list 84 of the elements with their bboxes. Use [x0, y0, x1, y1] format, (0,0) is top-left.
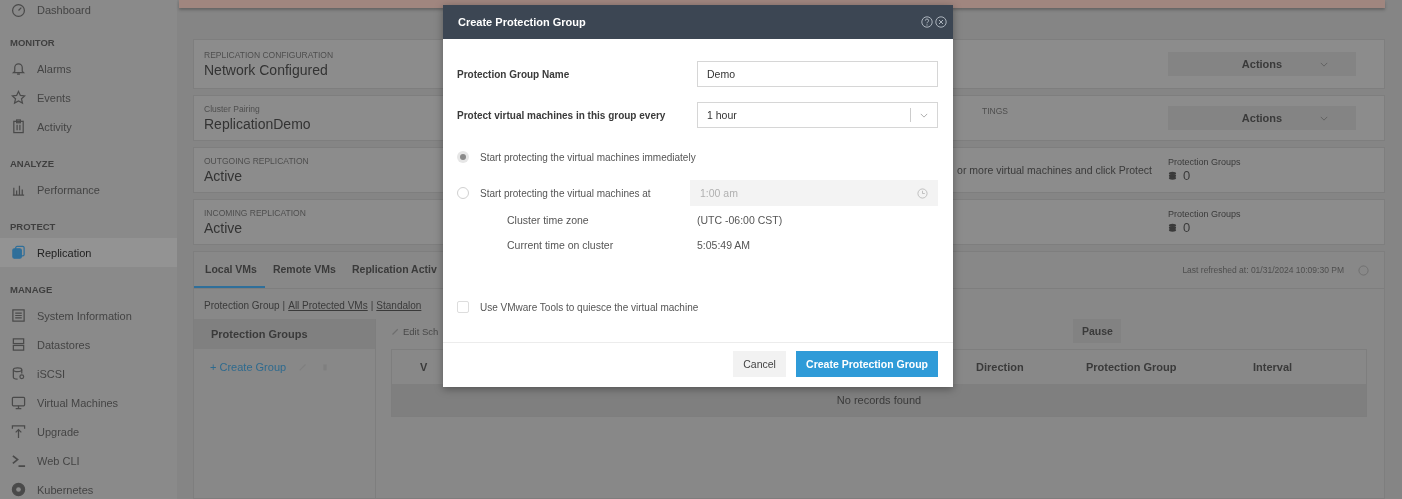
stack-icon — [1168, 171, 1177, 180]
sidebar-item[interactable]: Performance — [0, 175, 177, 204]
groups-header: Protection Groups — [194, 319, 375, 349]
pencil-icon — [391, 326, 400, 336]
sidebar-item[interactable]: Datastores — [0, 330, 177, 359]
filter-link[interactable]: All Protected VMs — [288, 299, 368, 311]
upload-icon — [11, 424, 26, 439]
info-label: Cluster time zone — [507, 213, 590, 226]
sidebar-item[interactable]: Activity — [0, 112, 177, 141]
sidebar-item[interactable]: Replication — [0, 238, 177, 267]
storage-icon — [11, 337, 26, 352]
database-icon — [11, 366, 26, 381]
filter-label: Protection Group — [204, 299, 280, 311]
stat-value: 0 — [1183, 220, 1191, 235]
clock-icon — [917, 187, 928, 199]
interval-dropdown[interactable]: 1 hour — [697, 102, 938, 128]
card-caption: OUTGOING REPLICATION — [204, 156, 309, 166]
radio-button[interactable] — [457, 151, 469, 163]
option-label: Start protecting the virtual machines at — [480, 187, 651, 199]
card-value: ReplicationDemo — [204, 116, 311, 132]
terminal-icon — [11, 453, 26, 468]
checkbox[interactable] — [457, 301, 469, 313]
stack-icon — [1168, 223, 1177, 232]
chevron-down-icon — [920, 112, 928, 118]
gauge-icon — [11, 2, 26, 18]
dialog-title: Create Protection Group — [458, 16, 587, 28]
sidebar-item[interactable]: System Information — [0, 301, 177, 330]
info-label: Current time on cluster — [507, 238, 615, 251]
card-caption: REPLICATION CONFIGURATION — [204, 50, 334, 60]
card-text: or more virtual machines and click Protect — [957, 164, 1152, 176]
chevron-down-icon — [1320, 61, 1328, 67]
sidebar-section-heading: PROTECT — [9, 220, 57, 234]
column-header: Direction — [976, 361, 1024, 373]
separator-text: | — [282, 299, 286, 311]
sidebar-item[interactable]: Upgrade — [0, 417, 177, 446]
card-value: Active — [204, 220, 244, 236]
copy-icon — [11, 245, 26, 260]
info-value: 5:05:49 AM — [697, 238, 751, 251]
info-value: (UTC -06:00 CST) — [697, 213, 783, 226]
sidebar-item[interactable]: Kubernetes — [0, 475, 177, 499]
create-group-link[interactable]: + Create Group — [210, 361, 287, 373]
sidebar-item[interactable]: Web CLI — [0, 446, 177, 475]
stat-label: Protection Groups — [1168, 209, 1242, 219]
sidebar-item[interactable]: Events — [0, 83, 177, 112]
sidebar-item[interactable]: iSCSI — [0, 359, 177, 388]
actions-dropdown[interactable]: Actions — [1168, 52, 1356, 76]
pause-button[interactable]: Pause — [1073, 319, 1122, 343]
column-header: Protection Group — [1086, 361, 1177, 373]
sidebar-item[interactable]: Dashboard — [0, 0, 177, 20]
sidebar-section-heading: ANALYZE — [9, 157, 55, 171]
sidebar-item[interactable]: Alarms — [0, 54, 177, 83]
tab[interactable]: Remote VMs — [264, 252, 344, 288]
group-name-field[interactable]: Demo — [697, 61, 938, 87]
sidebar-item[interactable]: Virtual Machines — [0, 388, 177, 417]
actions-dropdown[interactable]: Actions — [1168, 106, 1356, 130]
column-header: Interval — [1253, 361, 1293, 373]
checkbox-label: Use VMware Tools to quiesce the virtual machine — [480, 301, 699, 313]
empty-message: No records found — [392, 384, 1366, 416]
card-caption: INCOMING REPLICATION — [204, 208, 306, 218]
sidebar-section-heading: MANAGE — [9, 283, 54, 297]
filter-link[interactable]: Standalon — [376, 299, 422, 311]
field-label: Protection Group Name — [457, 68, 570, 80]
field-label: Protect virtual machines in this group every — [457, 109, 666, 121]
separator-text: | — [370, 299, 374, 311]
star-icon — [11, 90, 26, 105]
tab[interactable]: Local VMs — [194, 252, 265, 288]
close-icon[interactable] — [935, 16, 947, 28]
chevron-down-icon — [1320, 115, 1328, 121]
stat-value: 0 — [1183, 168, 1191, 183]
cancel-button[interactable]: Cancel — [733, 350, 787, 377]
create-button[interactable]: Create Protection Group — [796, 350, 938, 377]
card-value: Network Configured — [204, 62, 329, 78]
help-icon[interactable] — [921, 16, 933, 28]
monitor-icon — [11, 395, 26, 410]
clipboard-icon — [11, 119, 26, 134]
sliders-icon — [11, 308, 26, 323]
card-value: Active — [204, 168, 244, 184]
column-header: V — [420, 361, 428, 373]
card-text: TINGS — [982, 106, 1008, 116]
stat-label: Protection Groups — [1168, 157, 1242, 167]
tab[interactable]: Replication Activ — [343, 252, 445, 288]
sidebar-section-heading: MONITOR — [9, 36, 56, 50]
option-label: Start protecting the virtual machines immediately — [480, 151, 696, 163]
bell-icon — [11, 61, 26, 76]
